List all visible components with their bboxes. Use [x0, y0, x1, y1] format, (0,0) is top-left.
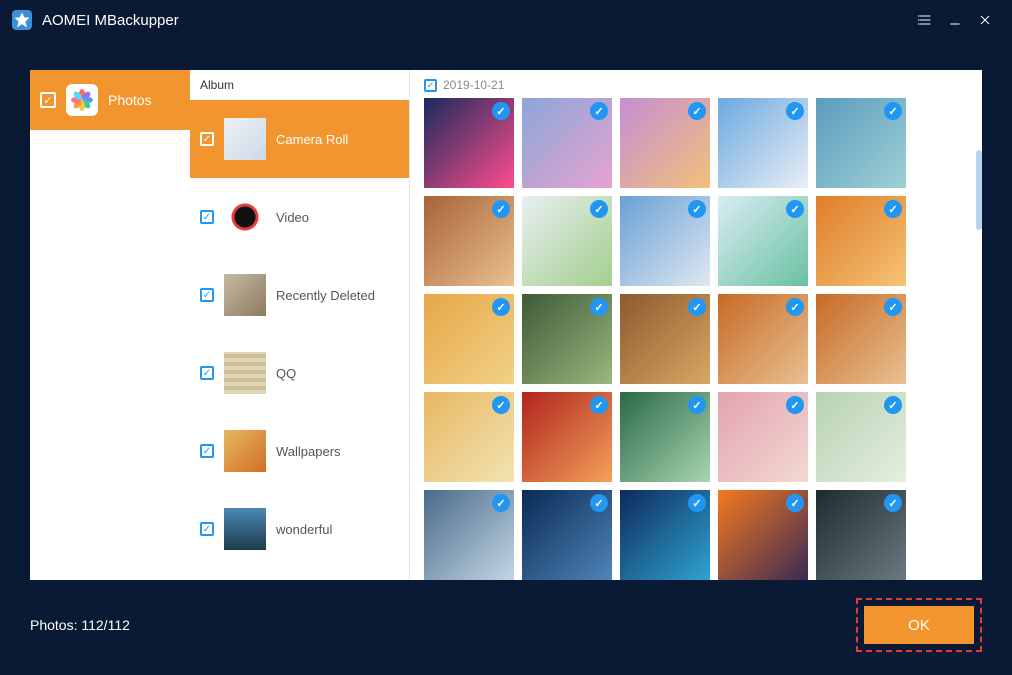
- album-item-label: Wallpapers: [276, 444, 341, 459]
- selected-check-icon: [590, 494, 608, 512]
- photo-thumb[interactable]: [424, 294, 514, 384]
- album-item-label: Video: [276, 210, 309, 225]
- album-item[interactable]: Camera Roll: [190, 100, 409, 178]
- photo-grid: [424, 98, 968, 580]
- album-thumb-icon: [224, 196, 266, 238]
- photo-thumb[interactable]: [522, 98, 612, 188]
- selected-check-icon: [688, 200, 706, 218]
- selected-check-icon: [688, 102, 706, 120]
- album-panel: Album Camera Roll Video Recently Deleted QQ…: [190, 70, 410, 580]
- selected-check-icon: [884, 396, 902, 414]
- checkbox-icon[interactable]: [200, 444, 214, 458]
- menu-list-icon[interactable]: [910, 5, 940, 35]
- album-item-label: Recently Deleted: [276, 288, 375, 303]
- selected-check-icon: [884, 494, 902, 512]
- checkbox-icon[interactable]: [200, 366, 214, 380]
- photo-thumb[interactable]: [620, 490, 710, 580]
- photo-thumb[interactable]: [522, 294, 612, 384]
- photo-thumb[interactable]: [424, 392, 514, 482]
- selected-check-icon: [786, 200, 804, 218]
- album-item-label: QQ: [276, 366, 296, 381]
- checkbox-icon[interactable]: [200, 132, 214, 146]
- sidebar-item-label: Photos: [108, 92, 152, 108]
- selected-check-icon: [786, 298, 804, 316]
- photo-thumb[interactable]: [816, 392, 906, 482]
- ok-button[interactable]: OK: [864, 606, 974, 644]
- album-list: Camera Roll Video Recently Deleted QQ Wallpa…: [190, 100, 409, 580]
- selected-check-icon: [884, 102, 902, 120]
- photo-grid-panel: 2019-10-21: [410, 70, 982, 580]
- photo-thumb[interactable]: [816, 294, 906, 384]
- selected-check-icon: [492, 200, 510, 218]
- selected-check-icon: [590, 200, 608, 218]
- album-item[interactable]: Recently Deleted: [190, 256, 409, 334]
- selected-check-icon: [884, 298, 902, 316]
- album-thumb-icon: [224, 508, 266, 550]
- selected-check-icon: [492, 396, 510, 414]
- photo-thumb[interactable]: [424, 490, 514, 580]
- sidebar-item-photos[interactable]: Photos: [30, 70, 190, 130]
- selected-check-icon: [492, 298, 510, 316]
- minimize-button[interactable]: [940, 5, 970, 35]
- photos-app-icon: [66, 84, 98, 116]
- selected-check-icon: [688, 396, 706, 414]
- checkbox-icon[interactable]: [40, 92, 56, 108]
- album-thumb-icon: [224, 118, 266, 160]
- photo-counter: Photos: 112/112: [30, 617, 130, 633]
- photo-date-label: 2019-10-21: [443, 78, 504, 92]
- category-sidebar: Photos: [30, 70, 190, 580]
- album-thumb-icon: [224, 274, 266, 316]
- photo-thumb[interactable]: [522, 392, 612, 482]
- close-button[interactable]: [970, 5, 1000, 35]
- photo-thumb[interactable]: [816, 196, 906, 286]
- photo-thumb[interactable]: [424, 98, 514, 188]
- selected-check-icon: [492, 102, 510, 120]
- selected-check-icon: [884, 200, 902, 218]
- ok-highlight: OK: [856, 598, 982, 652]
- album-item[interactable]: Wallpapers: [190, 412, 409, 490]
- photo-thumb[interactable]: [620, 196, 710, 286]
- selected-check-icon: [590, 102, 608, 120]
- selected-check-icon: [786, 494, 804, 512]
- selected-check-icon: [786, 396, 804, 414]
- photo-thumb[interactable]: [718, 392, 808, 482]
- photo-thumb[interactable]: [424, 196, 514, 286]
- album-thumb-icon: [224, 352, 266, 394]
- app-title: AOMEI MBackupper: [42, 12, 910, 29]
- album-item[interactable]: QQ: [190, 334, 409, 412]
- album-item[interactable]: wonderful: [190, 490, 409, 568]
- scrollbar-thumb[interactable]: [976, 150, 982, 230]
- album-thumb-icon: [224, 430, 266, 472]
- photo-thumb[interactable]: [620, 294, 710, 384]
- album-item-label: Camera Roll: [276, 132, 348, 147]
- checkbox-icon[interactable]: [200, 210, 214, 224]
- photo-thumb[interactable]: [718, 196, 808, 286]
- checkbox-icon[interactable]: [200, 522, 214, 536]
- selected-check-icon: [786, 102, 804, 120]
- selected-check-icon: [492, 494, 510, 512]
- photo-thumb[interactable]: [816, 490, 906, 580]
- selected-check-icon: [590, 298, 608, 316]
- photo-thumb[interactable]: [620, 392, 710, 482]
- titlebar: AOMEI MBackupper: [0, 0, 1012, 40]
- checkbox-icon[interactable]: [200, 288, 214, 302]
- date-checkbox-icon[interactable]: [424, 79, 437, 92]
- photo-thumb[interactable]: [522, 490, 612, 580]
- album-item[interactable]: Video: [190, 178, 409, 256]
- photo-thumb[interactable]: [718, 98, 808, 188]
- selected-check-icon: [688, 494, 706, 512]
- content-area: Photos Album Camera Roll Video Recently De…: [30, 70, 982, 580]
- selected-check-icon: [688, 298, 706, 316]
- photo-thumb[interactable]: [718, 294, 808, 384]
- photo-date-group[interactable]: 2019-10-21: [424, 76, 968, 98]
- photo-thumb[interactable]: [718, 490, 808, 580]
- photo-thumb[interactable]: [816, 98, 906, 188]
- album-header: Album: [190, 70, 409, 100]
- app-logo-icon: [12, 10, 32, 30]
- album-item-label: wonderful: [276, 522, 332, 537]
- photo-thumb[interactable]: [620, 98, 710, 188]
- selected-check-icon: [590, 396, 608, 414]
- photo-thumb[interactable]: [522, 196, 612, 286]
- footer-bar: Photos: 112/112 OK: [30, 595, 982, 655]
